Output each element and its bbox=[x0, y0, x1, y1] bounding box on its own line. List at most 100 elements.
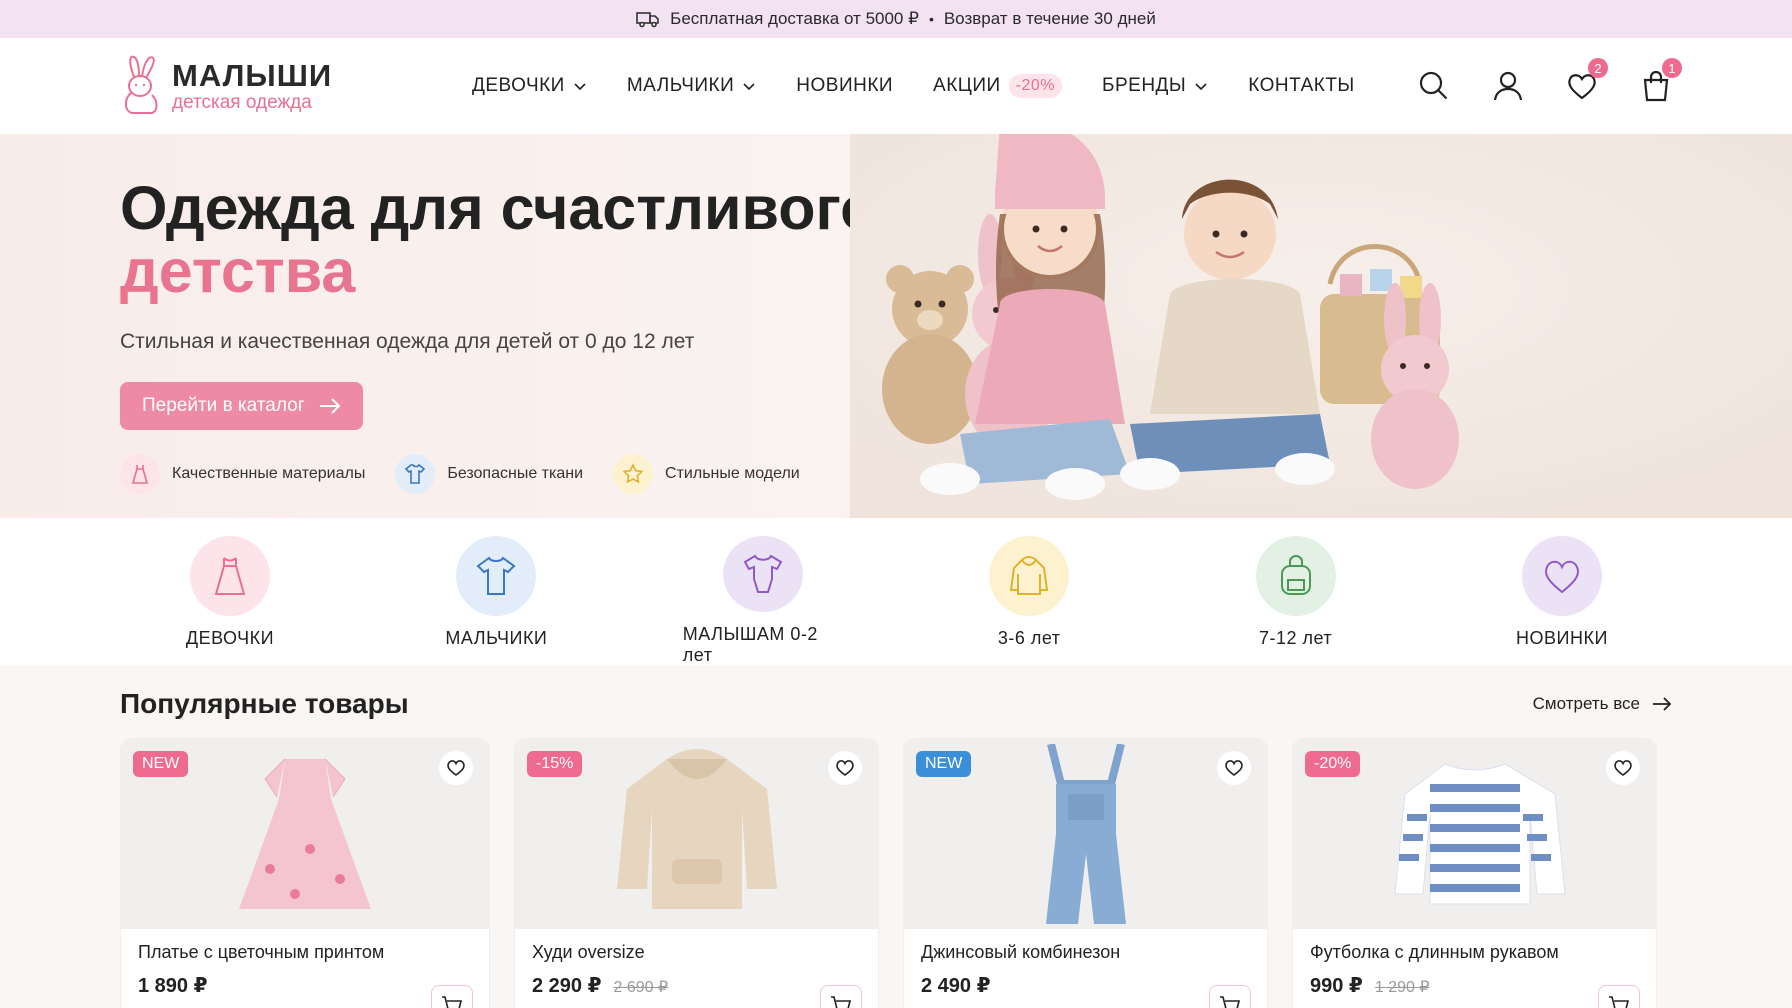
category-label: МАЛЫШАМ 0-2 лет bbox=[682, 624, 818, 665]
category-7-12[interactable]: 7-12 лет bbox=[1216, 536, 1376, 666]
product-price: 2 290 ₽ bbox=[532, 975, 602, 997]
add-to-cart-button[interactable] bbox=[1209, 985, 1251, 1008]
product-tag: -15% bbox=[527, 751, 583, 777]
category-label: МАЛЬЧИКИ bbox=[445, 628, 548, 648]
star-icon bbox=[613, 454, 654, 494]
cart-count-badge: 1 bbox=[1662, 58, 1682, 78]
nav-label: БРЕНДЫ bbox=[1102, 75, 1187, 96]
product-card[interactable]: NEW Платье с цветочным принтом 1 890 ₽ bbox=[120, 738, 490, 1008]
product-card[interactable]: NEW Джинсовый комбинезон 2 490 ₽ bbox=[903, 738, 1268, 1008]
heart-icon bbox=[447, 760, 465, 776]
search-icon bbox=[1419, 71, 1448, 100]
product-grid: NEW Платье с цветочным принтом 1 890 ₽ -… bbox=[120, 738, 1672, 1008]
bodysuit-icon bbox=[722, 536, 803, 612]
wishlist-button[interactable]: 2 bbox=[1566, 58, 1608, 102]
nav-item-sales[interactable]: АКЦИИ -20% bbox=[933, 74, 1063, 98]
heart-icon bbox=[836, 760, 854, 776]
add-to-cart-button[interactable] bbox=[820, 985, 862, 1008]
nav-item-contacts[interactable]: КОНТАКТЫ bbox=[1248, 75, 1355, 97]
product-tag: -20% bbox=[1305, 751, 1361, 777]
product-price: 990 ₽ bbox=[1310, 975, 1363, 997]
category-label: 3-6 лет bbox=[997, 628, 1061, 648]
heart-icon bbox=[1614, 760, 1632, 776]
site-header: МАЛЫШИ детская одежда ДЕВОЧКИ МАЛЬЧИКИ Н… bbox=[0, 38, 1792, 134]
nav-label: НОВИНКИ bbox=[796, 75, 894, 96]
product-card[interactable]: -15% Худи oversize 2 290 ₽ 2 690 ₽ bbox=[514, 738, 879, 1008]
arrow-right-icon bbox=[1653, 697, 1672, 711]
product-title[interactable]: Джинсовый комбинезон bbox=[921, 942, 1267, 963]
category-new[interactable]: НОВИНКИ bbox=[1482, 536, 1642, 666]
search-button[interactable] bbox=[1418, 70, 1450, 102]
product-title[interactable]: Футболка с длинным рукавом bbox=[1310, 942, 1656, 963]
add-to-cart-button[interactable] bbox=[431, 985, 473, 1008]
add-to-wishlist-button[interactable] bbox=[439, 751, 473, 785]
delivery-text: Бесплатная доставка от 5000 ₽ bbox=[670, 9, 919, 28]
tshirt-icon bbox=[456, 536, 537, 616]
nav-item-girls[interactable]: ДЕВОЧКИ bbox=[472, 75, 587, 97]
feature-stylish: Стильные модели bbox=[613, 454, 800, 494]
promo-topbar: Бесплатная доставка от 5000 ₽ • Возврат … bbox=[0, 0, 1792, 38]
chevron-down-icon bbox=[743, 83, 755, 91]
product-old-price: 1 290 ₽ bbox=[1374, 979, 1430, 996]
hero-subtitle: Стильная и качественная одежда для детей… bbox=[120, 330, 695, 353]
denim-overalls-image bbox=[1045, 744, 1126, 924]
logo-name: МАЛЫШИ bbox=[172, 58, 333, 93]
see-all-label: Смотреть все bbox=[1532, 694, 1640, 713]
see-all-link[interactable]: Смотреть все bbox=[1533, 694, 1672, 714]
heart-icon bbox=[1521, 536, 1602, 616]
product-price: 1 890 ₽ bbox=[138, 975, 208, 997]
logo[interactable]: МАЛЫШИ детская одежда bbox=[120, 55, 380, 117]
account-button[interactable] bbox=[1492, 70, 1524, 102]
cart-icon bbox=[1220, 996, 1241, 1008]
cart-button[interactable]: 1 bbox=[1640, 58, 1682, 102]
nav-label: ДЕВОЧКИ bbox=[472, 75, 565, 96]
popular-products: Популярные товары Смотреть все NEW Плать… bbox=[0, 666, 1792, 1008]
product-old-price: 2 690 ₽ bbox=[613, 979, 669, 996]
add-to-cart-button[interactable] bbox=[1598, 985, 1640, 1008]
section-title: Популярные товары bbox=[120, 688, 409, 719]
product-price: 2 490 ₽ bbox=[921, 975, 991, 997]
add-to-wishlist-button[interactable] bbox=[828, 751, 862, 785]
feature-quality: Качественные материалы bbox=[120, 454, 365, 494]
bunny-logo-icon bbox=[124, 55, 158, 114]
section-header: Популярные товары Смотреть все bbox=[120, 688, 1672, 720]
add-to-wishlist-button[interactable] bbox=[1606, 751, 1640, 785]
add-to-wishlist-button[interactable] bbox=[1217, 751, 1251, 785]
separator-dot: • bbox=[928, 11, 934, 27]
category-3-6[interactable]: 3-6 лет bbox=[949, 536, 1109, 666]
user-icon bbox=[1493, 71, 1523, 101]
hero-image bbox=[850, 134, 1792, 518]
feature-safe-fabrics: Безопасные ткани bbox=[395, 454, 583, 494]
nav-item-brands[interactable]: БРЕНДЫ bbox=[1102, 75, 1208, 97]
beige-hoodie-image bbox=[616, 749, 777, 909]
product-image[interactable]: NEW bbox=[904, 739, 1267, 929]
wishlist-count-badge: 2 bbox=[1588, 58, 1608, 78]
product-title[interactable]: Платье с цветочным принтом bbox=[138, 942, 489, 963]
product-image[interactable]: -15% bbox=[515, 739, 878, 929]
category-babies[interactable]: МАЛЫШАМ 0-2 лет bbox=[683, 536, 843, 666]
product-image[interactable]: -20% bbox=[1293, 739, 1656, 929]
hero-title-line1: Одежда для счастливого bbox=[120, 174, 878, 242]
logo-tagline: детская одежда bbox=[172, 92, 312, 113]
nav-label: КОНТАКТЫ bbox=[1248, 75, 1355, 96]
product-card[interactable]: -20% Футболка с длинным рукавом 990 ₽ 1 … bbox=[1292, 738, 1657, 1008]
category-boys[interactable]: МАЛЬЧИКИ bbox=[416, 536, 576, 666]
hero-banner: Одежда для счастливого детства Стильная … bbox=[0, 134, 1792, 518]
feature-label: Качественные материалы bbox=[172, 465, 366, 482]
nav-item-boys[interactable]: МАЛЬЧИКИ bbox=[627, 75, 756, 97]
cta-label: Перейти в каталог bbox=[142, 395, 305, 416]
category-label: 7-12 лет bbox=[1258, 628, 1333, 648]
feature-label: Стильные модели bbox=[665, 465, 800, 482]
header-actions: 2 1 bbox=[1418, 58, 1682, 102]
nav-item-new[interactable]: НОВИНКИ bbox=[796, 75, 893, 97]
catalog-cta-button[interactable]: Перейти в каталог bbox=[120, 382, 363, 430]
product-tag: NEW bbox=[916, 751, 972, 777]
nav-label: МАЛЬЧИКИ bbox=[626, 75, 735, 96]
product-title[interactable]: Худи oversize bbox=[532, 942, 878, 963]
dress-icon bbox=[120, 454, 160, 494]
hero-content: Одежда для счастливого детства Стильная … bbox=[120, 178, 880, 494]
category-girls[interactable]: ДЕВОЧКИ bbox=[150, 536, 310, 666]
product-image[interactable]: NEW bbox=[121, 739, 489, 929]
cart-icon bbox=[831, 996, 852, 1008]
nav-label: АКЦИИ bbox=[933, 75, 1001, 96]
